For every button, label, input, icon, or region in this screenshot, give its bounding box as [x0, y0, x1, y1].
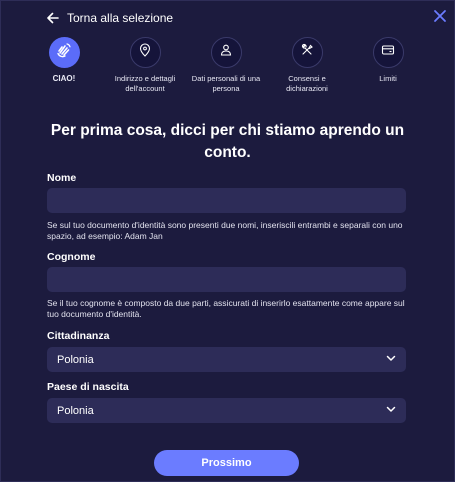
next-button[interactable]: Prossimo	[154, 450, 299, 476]
step-personal-data: Dati personali di una persona	[186, 37, 266, 94]
step-address: Indirizzo e dettagli dell'account	[105, 37, 185, 94]
citizenship-value: Polonia	[57, 353, 94, 366]
first-name-hint: Se sul tuo documento d'identità sono pre…	[47, 220, 403, 241]
back-to-selection-link[interactable]: Torna alla selezione	[47, 9, 173, 27]
close-icon	[431, 10, 449, 29]
arrow-left-icon	[47, 12, 59, 24]
birth-country-select[interactable]: Polonia	[47, 398, 406, 423]
top-bar: Torna alla selezione	[0, 0, 455, 36]
step-label-limits: Limiti	[379, 74, 397, 83]
step-hello: CIAO!	[24, 37, 104, 84]
birth-country-value: Polonia	[57, 404, 94, 417]
step-consents: Consensi e dichiarazioni	[267, 37, 347, 94]
first-name-label: Nome	[47, 172, 77, 184]
page-title: Per prima cosa, dicci per chi stiamo apr…	[50, 122, 405, 161]
step-circle	[372, 37, 404, 68]
step-limits: Limiti	[348, 37, 428, 84]
step-circle-active	[48, 37, 80, 68]
wave-hand-icon	[55, 41, 73, 64]
tools-icon	[300, 43, 314, 62]
step-label-consents: Consensi e dichiarazioni	[286, 74, 328, 93]
last-name-input[interactable]	[47, 267, 406, 292]
step-circle	[210, 37, 242, 68]
card-icon	[381, 43, 395, 62]
chevron-down-icon	[386, 353, 396, 366]
close-button[interactable]	[431, 7, 449, 25]
last-name-label: Cognome	[47, 251, 96, 263]
last-name-hint: Se il tuo cognome è composto da due part…	[47, 298, 405, 319]
step-circle	[291, 37, 323, 68]
location-pin-icon	[138, 43, 152, 62]
back-link-label: Torna alla selezione	[67, 11, 174, 25]
progress-steps: CIAO! Indirizzo e dettagli dell'account …	[0, 37, 455, 107]
birth-country-label: Paese di nascita	[47, 381, 129, 393]
first-name-input[interactable]	[47, 188, 406, 213]
citizenship-select[interactable]: Polonia	[47, 347, 406, 372]
step-label-hello: CIAO!	[52, 74, 76, 83]
step-circle	[129, 37, 161, 68]
citizenship-label: Cittadinanza	[47, 330, 110, 342]
chevron-down-icon	[386, 404, 396, 417]
person-icon	[219, 43, 233, 62]
step-label-personal-data: Dati personali di una persona	[191, 74, 261, 93]
step-label-address: Indirizzo e dettagli dell'account	[114, 74, 176, 93]
